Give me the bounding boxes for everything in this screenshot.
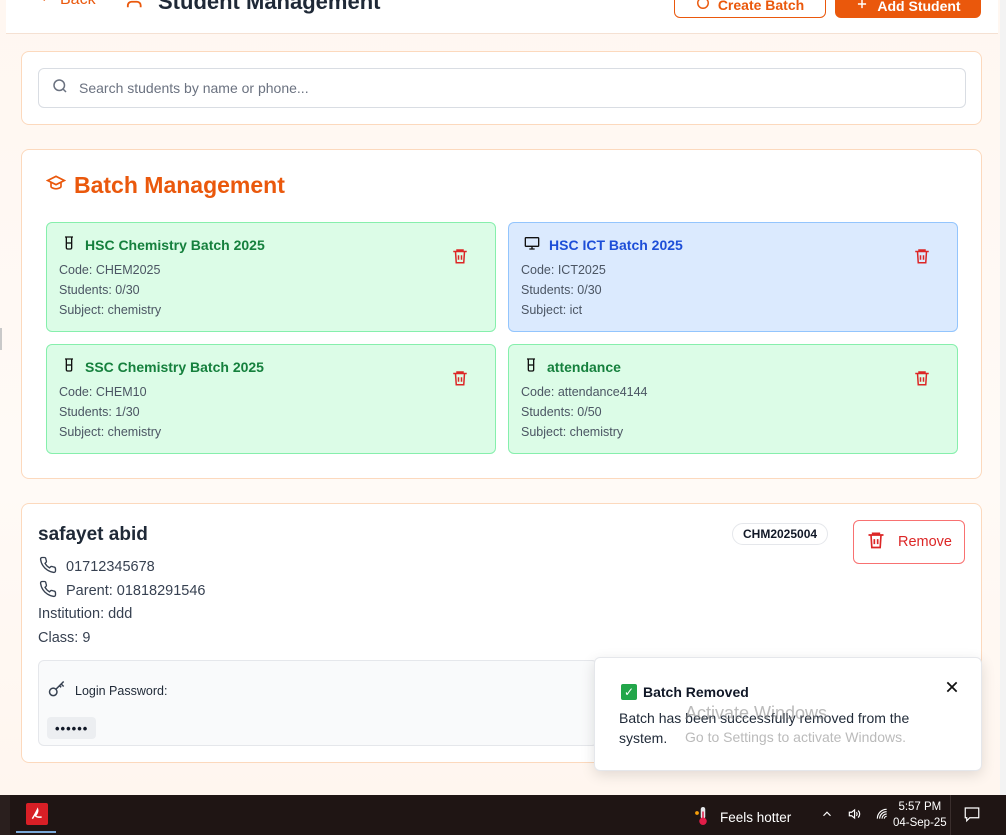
batch-name: attendance [547,358,621,375]
scrollbar[interactable] [1000,0,1006,795]
batch-code: Code: attendance4144 [521,385,648,399]
graduation-cap-icon [45,172,67,199]
trash-icon[interactable] [451,369,469,392]
toast-message: Batch has been successfully removed from… [619,710,910,746]
users-icon [126,0,148,16]
taskbar-edge [0,795,10,835]
add-student-button[interactable]: Add Student [835,0,981,18]
password-value: •••••• [47,717,97,739]
batch-subject: Subject: chemistry [59,425,162,439]
create-batch-label: Create Batch [717,0,805,13]
trash-icon[interactable] [913,369,931,392]
page-header: Back Student Management Create Batch Add… [6,0,998,34]
plus-icon [855,0,869,14]
active-app-indicator [16,831,56,833]
password-label: Login Password: [75,683,168,698]
student-name: safayet abid [38,524,148,545]
batch-tile[interactable]: HSC Chemistry Batch 2025 Code: CHEM2025 … [46,222,496,332]
batch-students: Students: 0/50 [521,405,602,419]
window-edge [0,328,2,350]
toast-title-row: ✓ Batch Removed [621,684,749,700]
batch-code: Code: CHEM2025 [59,263,161,277]
password-box: Login Password: •••••• [38,660,598,746]
student-phone-row: 01712345678 [38,556,155,578]
plus-icon [696,0,710,13]
parent-phone: Parent: 01818291546 [66,583,206,599]
batch-code: Code: CHEM10 [59,385,147,399]
password-label-row: Login Password: [47,679,167,702]
remove-label: Remove [898,534,952,550]
batch-students: Students: 1/30 [59,405,140,419]
clock-time: 5:57 PM [898,801,942,813]
student-institution: Institution: ddd [38,606,133,622]
beaker-icon [61,357,77,376]
batch-management-title: Batch Management [45,172,285,199]
taskbar: Feels hotter 5:57 PM 04-Sep-25 [0,795,1006,835]
search-input[interactable] [79,80,959,96]
create-batch-button[interactable]: Create Batch [674,0,826,18]
phone-icon [38,580,58,602]
batch-code: Code: ICT2025 [521,263,606,277]
batch-name: HSC ICT Batch 2025 [549,236,683,253]
search-icon [51,77,69,100]
back-label: Back [60,0,96,9]
parent-phone-row: Parent: 01818291546 [38,580,206,602]
wifi-icon[interactable] [874,807,890,824]
batch-students: Students: 0/30 [59,283,140,297]
weather-widget[interactable]: Feels hotter [694,805,791,830]
beaker-icon [61,235,77,254]
remove-student-button[interactable]: Remove [853,520,965,564]
taskbar-divider [950,795,951,835]
arrow-left-icon [36,0,50,9]
student-id-badge: CHM2025004 [732,523,829,545]
page-title: Student Management [126,0,380,16]
batch-management-title-text: Batch Management [74,172,285,198]
phone-icon [38,556,58,578]
notification-icon[interactable] [962,805,982,826]
batch-subject: Subject: chemistry [521,425,624,439]
batch-tile[interactable]: SSC Chemistry Batch 2025 Code: CHEM10 St… [46,344,496,454]
key-icon [47,679,67,702]
weather-text: Feels hotter [720,810,792,825]
student-phone: 01712345678 [66,559,155,575]
trash-icon [866,530,886,554]
batch-name: SSC Chemistry Batch 2025 [85,358,264,375]
batch-subject: Subject: chemistry [59,303,162,317]
add-student-label: Add Student [877,0,961,14]
thermometer-icon [694,805,712,830]
batch-management-card: Batch Management HSC Chemistry Batch 202… [21,149,982,479]
toast-notification: ✓ Batch Removed Batch has been successfu… [594,657,982,771]
batch-name: HSC Chemistry Batch 2025 [85,236,265,253]
search-box[interactable] [38,68,966,108]
monitor-icon [523,235,541,254]
app-window: Back Student Management Create Batch Add… [0,0,1006,795]
batch-students: Students: 0/30 [521,283,602,297]
search-card [21,51,982,125]
system-tray [820,807,890,824]
back-link[interactable]: Back [36,0,96,9]
trash-icon[interactable] [451,247,469,270]
student-class: Class: 9 [38,630,91,646]
close-icon[interactable] [945,680,959,699]
batch-tile[interactable]: attendance Code: attendance4144 Students… [508,344,958,454]
clock-date: 04-Sep-25 [893,817,947,829]
check-icon: ✓ [621,684,637,700]
page-title-text: Student Management [158,0,381,14]
chevron-up-icon[interactable] [820,807,834,824]
trash-icon[interactable] [913,247,931,270]
toast-title: Batch Removed [643,684,749,700]
beaker-icon [523,357,539,376]
batch-tile[interactable]: HSC ICT Batch 2025 Code: ICT2025 Student… [508,222,958,332]
volume-icon[interactable] [846,807,862,824]
pdf-app-icon[interactable] [26,803,48,825]
batch-subject: Subject: ict [521,303,583,317]
clock[interactable]: 5:57 PM 04-Sep-25 [893,799,947,831]
